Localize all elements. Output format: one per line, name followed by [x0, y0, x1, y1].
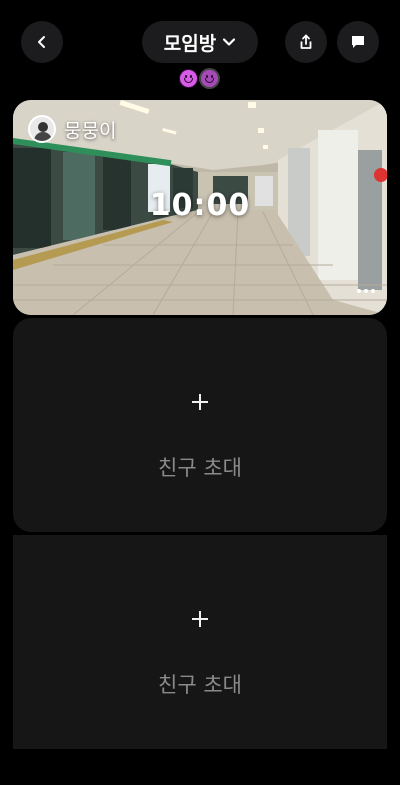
- dot-icon: [371, 289, 375, 293]
- dot-icon: [357, 289, 361, 293]
- plus-icon: [190, 609, 210, 629]
- reaction-row[interactable]: [180, 70, 218, 87]
- chevron-left-icon: [38, 36, 45, 48]
- invite-friend-slot[interactable]: 친구 초대: [13, 318, 387, 532]
- back-button[interactable]: [21, 21, 63, 63]
- invite-friend-label: 친구 초대: [158, 456, 242, 480]
- photo-post-card[interactable]: 뭉뭉이 10:00: [13, 100, 387, 315]
- share-icon: [300, 34, 312, 49]
- share-button[interactable]: [285, 21, 327, 63]
- post-time: 10:00: [149, 188, 251, 223]
- avatar[interactable]: [28, 115, 56, 143]
- post-author[interactable]: 뭉뭉이: [28, 115, 116, 143]
- top-bar: 모임방: [0, 0, 400, 64]
- smiley-icon[interactable]: [201, 70, 218, 87]
- dot-icon: [364, 289, 368, 293]
- invite-friend-slot[interactable]: 친구 초대: [13, 535, 387, 749]
- room-selector[interactable]: 모임방: [142, 21, 258, 63]
- more-options-button[interactable]: [357, 289, 375, 293]
- plus-icon: [190, 392, 210, 412]
- room-title: 모임방: [163, 32, 217, 55]
- chat-bubble-icon: [352, 36, 364, 48]
- username: 뭉뭉이: [64, 119, 117, 142]
- invite-friend-label: 친구 초대: [158, 673, 242, 697]
- chat-button[interactable]: [337, 21, 379, 63]
- smiley-icon[interactable]: [180, 70, 197, 87]
- chevron-down-icon: [223, 38, 236, 46]
